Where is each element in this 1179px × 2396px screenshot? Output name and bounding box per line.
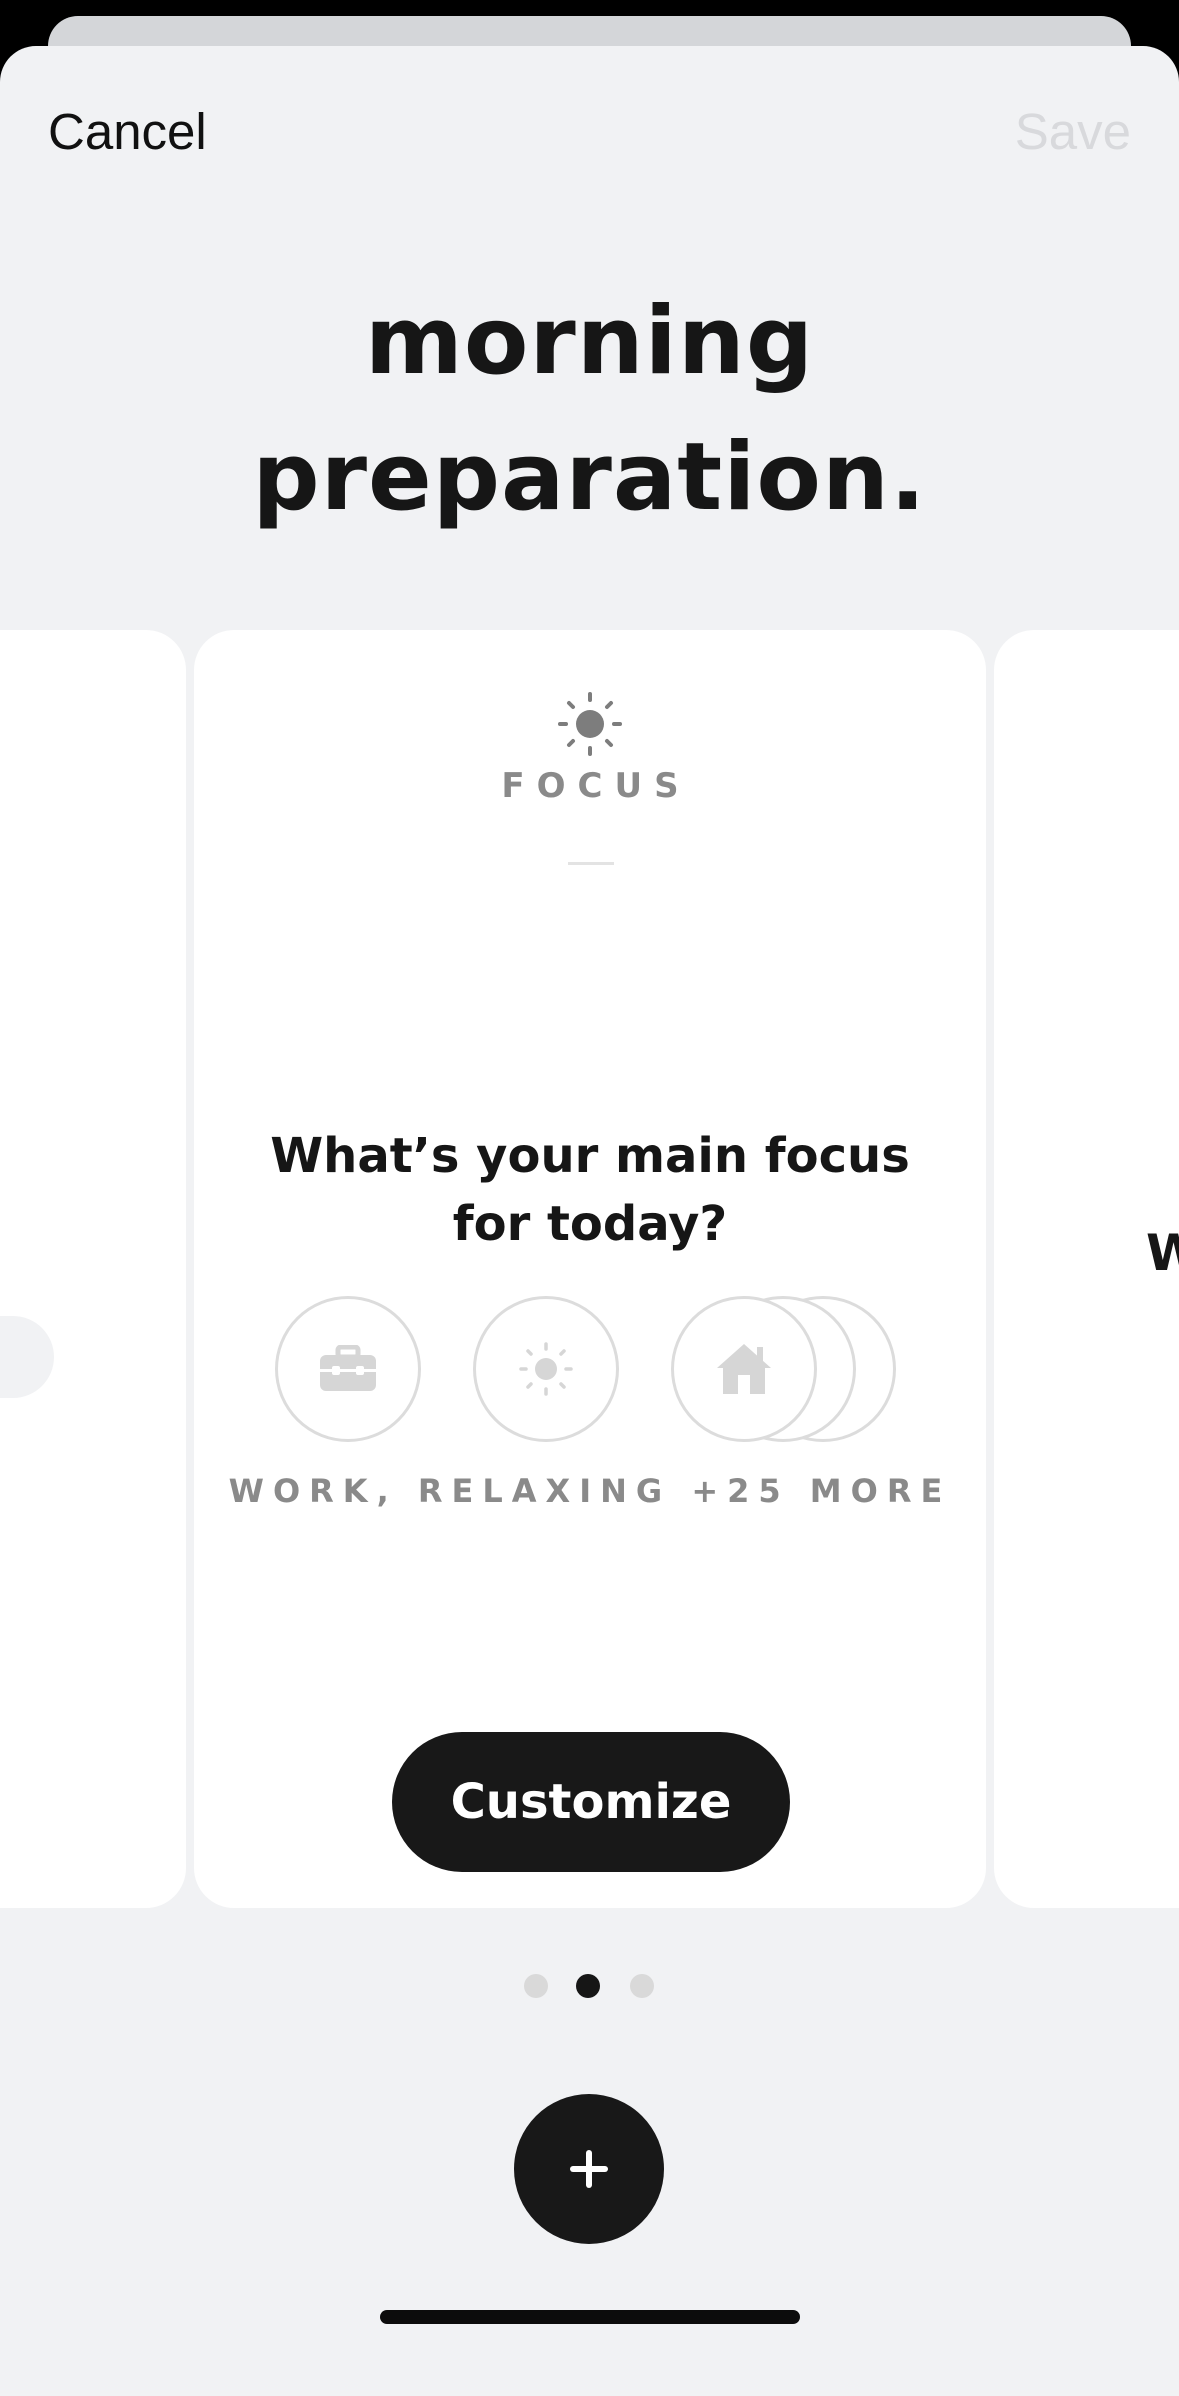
save-button[interactable]: Save	[1015, 102, 1131, 162]
focus-option-home	[671, 1296, 817, 1442]
page-dot-active[interactable]	[576, 1974, 600, 1998]
focus-option-relaxing	[473, 1296, 619, 1442]
house-icon	[717, 1344, 771, 1394]
routine-title-line-2: preparation.	[252, 423, 927, 532]
focus-option-work	[275, 1296, 421, 1442]
previous-card[interactable]	[0, 630, 186, 1908]
card-divider	[568, 862, 614, 865]
sun-icon	[519, 1342, 573, 1396]
routine-title-line-1: morning	[364, 287, 815, 396]
customize-button[interactable]: Customize	[392, 1732, 790, 1872]
routine-title: morning preparation.	[0, 274, 1179, 546]
briefcase-icon	[320, 1345, 376, 1391]
page-dot[interactable]	[630, 1974, 654, 1998]
home-indicator	[380, 2310, 800, 2324]
sun-icon	[558, 692, 622, 756]
cancel-button[interactable]: Cancel	[48, 102, 207, 162]
focus-summary: WORK, RELAXING +25 MORE	[228, 1472, 952, 1510]
focus-question-line-2: for today?	[452, 1196, 728, 1252]
focus-question-line-1: What’s your main focus	[270, 1128, 910, 1184]
category-label: FOCUS	[501, 766, 691, 806]
add-button[interactable]	[514, 2094, 664, 2244]
routine-editor-sheet: Cancel Save morning preparation. W FOCUS…	[0, 46, 1179, 2396]
page-indicator	[524, 1974, 656, 1998]
page-dot[interactable]	[524, 1974, 548, 1998]
focus-question: What’s your main focus for today?	[194, 1122, 986, 1258]
focus-card[interactable]: FOCUS What’s your main focus for today?	[194, 630, 986, 1908]
next-card-peek-text: W	[1146, 1224, 1179, 1282]
